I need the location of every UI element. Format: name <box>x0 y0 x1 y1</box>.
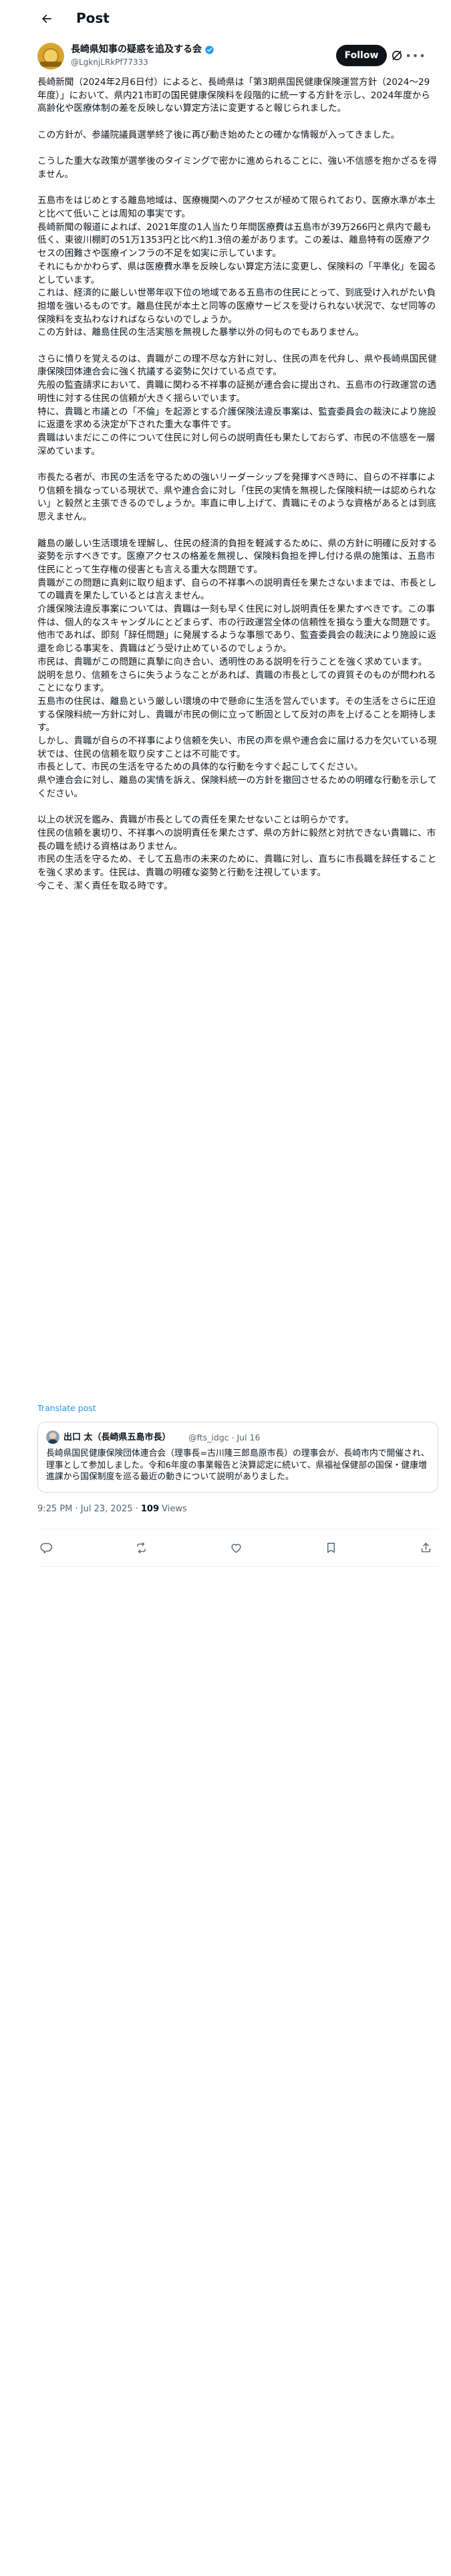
post-paragraph: 住民の信頼を裏切り、不祥事への説明責任を果たさず、県の方針に毅然と対抗できない貴… <box>37 827 436 852</box>
repost-icon <box>136 1541 146 1553</box>
post-paragraph: 離島の厳しい生活環境を理解し、住民の経済的負担を軽減するために、県の方針に明確に… <box>37 538 437 575</box>
share-button[interactable] <box>418 1540 433 1555</box>
post-paragraph: 説明を怠り、信頼をさらに失うようなことがあれば、貴職の市長としての資質そのものが… <box>37 669 436 694</box>
post-paragraph: この方針は、離島住民の生活実態を無視した暴挙以外の何ものでもありません。 <box>37 327 364 338</box>
post-paragraph: しかし、貴職が自らの不祥事により信頼を失い、市民の声を県や連合会に届ける力を欠い… <box>37 736 437 760</box>
translate-post-link[interactable]: Translate post <box>37 1403 96 1414</box>
post-paragraph: 他市であれば、即刻「辞任問題」に発展するような事態であり、監査委員会の裁決により… <box>37 630 437 655</box>
share-icon <box>421 1542 430 1552</box>
post-paragraph: 五島市をはじめとする離島地域は、医療機関へのアクセスが極めて限られており、医療水… <box>37 195 436 219</box>
quote-author-name: 出口 太（長崎県五島市長） <box>63 1432 171 1442</box>
like-icon <box>231 1543 241 1553</box>
quote-avatar <box>46 1430 59 1444</box>
post-paragraph: 今こそ、潔く責任を取る時です。 <box>37 880 173 891</box>
post-paragraph: 貴職はいまだにこの件について住民に対し何らの説明責任も果たしておらず、市民の不信… <box>37 432 436 457</box>
post-paragraph: この方針が、参議院議員選挙終了後に再び動き始めたとの確かな情報が入ってきました。 <box>37 129 400 140</box>
post-paragraph: 五島市の住民は、離島という厳しい環境の中で懸命に生活を営んでいます。その生活をさ… <box>37 695 437 734</box>
quoted-post[interactable]: 出口 太（長崎県五島市長） @fts_idgc · Jul 16 長崎県国民健康… <box>37 1422 438 1493</box>
post-paragraph: 県や連合会に対し、離島の実情を訴え、保険料統一の方針を撤回させるための明確な行動… <box>37 775 437 799</box>
post-paragraph: さらに憤りを覚えるのは、貴職がこの理不尽な方針に対し、住民の声を代弁し、県や長崎… <box>37 353 437 378</box>
author-name[interactable]: 長崎県知事の疑惑を追及する会 <box>71 43 202 56</box>
bookmark-icon <box>327 1542 335 1553</box>
post-paragraph: こうした重大な政策が選挙後のタイミングで密かに進められることに、強い不信感を抱か… <box>37 156 437 180</box>
author-handle[interactable]: @LgknjLRkPf77333 <box>71 57 148 68</box>
verified-badge-icon <box>204 45 214 54</box>
reply-button[interactable] <box>39 1540 53 1555</box>
quote-text: 長崎県国民健康保険団体連合会（理事長=古川隆三郎島原市長）の理事会が、長崎市内で… <box>46 1448 430 1482</box>
post-paragraph: 市民の生活を守るため、そして五島市の未来のために、貴職に対し、直ちに市長職を辞任… <box>37 854 437 879</box>
timestamp-text[interactable]: 9:25 PM · Jul 23, 2025 · <box>37 1504 141 1514</box>
post-page: Post 長崎県知事の疑惑を追及する会 @LgknjLRkPf77333 Fol… <box>0 0 451 2576</box>
reply-icon <box>39 1542 52 1553</box>
post-paragraph: 貴職がこの問題に真剣に取り組まず、自らの不祥事への説明責任を果たさないままでは、… <box>37 577 437 602</box>
post-paragraph: 以上の状況を鑑み、貴職が市長としての責任を果たせないことは明らかです。 <box>37 815 355 826</box>
post-paragraph: 市長たる者が、市民の生活を守るための強いリーダーシップを発揮すべき時に、自らの不… <box>37 472 436 523</box>
follow-button[interactable]: Follow <box>336 45 387 66</box>
views-count: 109 <box>140 1504 160 1514</box>
repost-button[interactable] <box>134 1540 148 1555</box>
post-paragraph: それにもかかわらず、県は医療費水準を反映しない算定方法に変更し、保険料の「平準化… <box>37 261 436 286</box>
post-paragraph: 特に、貴職と市議との「不倫」を起源とする介護保険法違反事案は、監査委員会の裁決に… <box>37 406 436 431</box>
arrow-left-icon <box>42 14 51 23</box>
post-paragraph: 先般の監査請求において、貴職に関わる不祥事の証拠が連合会に提出され、五島市の行政… <box>37 380 437 404</box>
views-label: Views <box>159 1504 187 1514</box>
page-title: Post <box>76 10 110 26</box>
post-text: 長崎新聞（2024年2月6日付）によると、長崎県は「第3期県国民健康保険運営方針… <box>37 76 438 893</box>
quote-meta: @fts_idgc · Jul 16 <box>188 1432 261 1442</box>
grok-icon[interactable] <box>390 49 404 62</box>
post-author: 長崎県知事の疑惑を追及する会 @LgknjLRkPf77333 Follow •… <box>37 43 438 72</box>
action-bar <box>37 1535 438 1560</box>
post-paragraph: 介護保険法違反事案については、貴職は一刻も早く住民に対し説明責任を果たすべきです… <box>37 604 436 628</box>
post-paragraph: 長崎新聞（2024年2月6日付）によると、長崎県は「第3期県国民健康保険運営方針… <box>37 77 430 114</box>
bookmark-button[interactable] <box>323 1540 338 1555</box>
back-button[interactable] <box>37 9 56 28</box>
top-bar: Post <box>0 0 451 37</box>
post-paragraph: 長崎新聞の報道によれば、2021年度の1人当たり年間医療費は五島市が39万266… <box>37 221 432 259</box>
post-paragraph: これは、経済的に厳しい世帯年収下位の地域である五島市の住民にとって、到底受け入れ… <box>37 288 436 325</box>
avatar[interactable] <box>37 43 64 70</box>
post-paragraph: 市長として、市民の生活を守るための具体的な行動を今すぐ起こしてください。 <box>37 762 363 773</box>
post-paragraph: 市民は、貴職がこの問題に真摯に向き合い、透明性のある説明を行うことを強く求めてい… <box>37 656 428 667</box>
post-timestamp: 9:25 PM · Jul 23, 2025 · 109 Views <box>37 1503 187 1515</box>
more-icon[interactable]: ••• <box>405 49 425 62</box>
divider <box>37 1566 438 1567</box>
like-button[interactable] <box>229 1540 243 1555</box>
author-name-row: 長崎県知事の疑惑を追及する会 <box>71 43 214 56</box>
